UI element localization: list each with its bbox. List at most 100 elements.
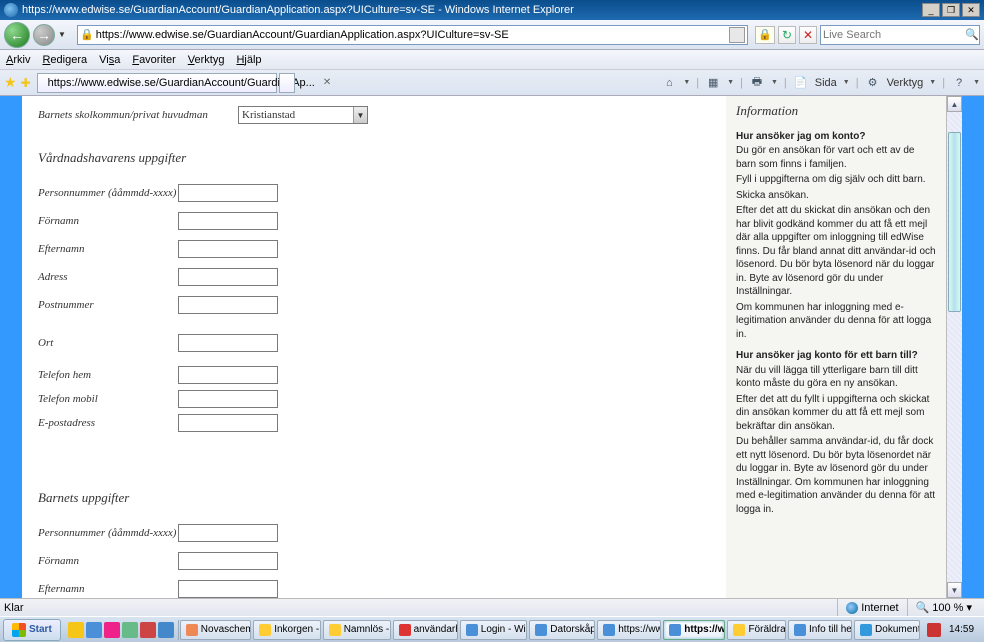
task-label: Novaschem - ... — [201, 624, 251, 635]
efternamn2-label: Efternamn — [38, 583, 178, 595]
info-heading: Information — [736, 102, 936, 120]
task-item[interactable]: användarha... — [393, 620, 458, 640]
address-bar[interactable]: 🔒 — [77, 25, 748, 45]
search-input[interactable] — [823, 29, 965, 41]
info-p1c: Skicka ansökan. — [736, 189, 936, 203]
pnr-input[interactable] — [178, 184, 278, 202]
task-item[interactable]: Login - Wind... — [460, 620, 528, 640]
print-dropdown[interactable]: ▼ — [771, 79, 778, 86]
start-button[interactable]: Start — [3, 619, 61, 641]
home-icon[interactable]: ⌂ — [661, 76, 677, 90]
telmobil-input[interactable] — [178, 390, 278, 408]
ql-app3-icon[interactable] — [140, 622, 156, 638]
info-sidebar: Information Hur ansöker jag om konto? Du… — [726, 96, 946, 598]
page-dropdown[interactable]: ▼ — [843, 79, 850, 86]
task-item[interactable]: Novaschem - ... — [180, 620, 251, 640]
menu-visa[interactable]: Visa — [99, 54, 120, 66]
task-label: https://ww... — [684, 624, 725, 635]
ql-desktop-icon[interactable] — [68, 622, 84, 638]
feeds-icon[interactable]: ▦ — [705, 76, 721, 90]
task-item[interactable]: Info till hem... — [788, 620, 852, 640]
nav-history-dropdown[interactable]: ▼ — [58, 30, 70, 39]
zoom-control[interactable]: 🔍 100 % ▾ — [907, 599, 980, 616]
tab-close-icon[interactable]: ✕ — [323, 77, 331, 88]
info-p1b: Fyll i uppgifterna om dig själv och ditt… — [736, 173, 936, 187]
stop-button[interactable]: ✕ — [799, 26, 817, 44]
form-area: Barnets skolkommun/privat huvudman Krist… — [22, 96, 726, 598]
restore-button[interactable]: ❐ — [942, 3, 960, 17]
feeds-dropdown[interactable]: ▼ — [727, 79, 734, 86]
epost-input[interactable] — [178, 414, 278, 432]
task-label: Namnlös - M... — [344, 624, 391, 635]
section-guardian: Vårdnadshavarens uppgifter — [38, 150, 722, 166]
system-tray: 14:59 — [921, 623, 984, 637]
info-p2b: Efter det att du fyllt i uppgifterna och… — [736, 393, 936, 434]
tools-menu[interactable]: Verktyg — [887, 77, 924, 89]
task-item[interactable]: https://www... — [597, 620, 661, 640]
telhem-input[interactable] — [178, 366, 278, 384]
menu-favoriter[interactable]: Favoriter — [132, 54, 175, 66]
window-title: https://www.edwise.se/GuardianAccount/Gu… — [22, 4, 922, 16]
menu-redigera[interactable]: Redigera — [42, 54, 87, 66]
fornamn2-label: Förnamn — [38, 555, 178, 567]
pnr2-input[interactable] — [178, 524, 278, 542]
page-menu[interactable]: Sida — [815, 77, 837, 89]
efternamn2-input[interactable] — [178, 580, 278, 598]
menu-arkiv[interactable]: AArkivrkiv — [6, 54, 30, 66]
task-label: Info till hem... — [809, 624, 852, 635]
go-button[interactable] — [729, 27, 745, 43]
add-favorite-icon[interactable]: ✚ — [21, 76, 31, 90]
task-item[interactable]: Föräldraråd — [727, 620, 786, 640]
print-icon[interactable]: 🖶 — [749, 76, 765, 90]
ql-app2-icon[interactable] — [122, 622, 138, 638]
browser-tab[interactable]: https://www.edwise.se/GuardianAccount/Gu… — [37, 73, 277, 93]
refresh-button[interactable]: ↻ — [778, 26, 796, 44]
adress-input[interactable] — [178, 268, 278, 286]
ql-app-icon[interactable] — [104, 622, 120, 638]
task-item[interactable]: Datorskåp fr... — [529, 620, 595, 640]
home-dropdown[interactable]: ▼ — [683, 79, 690, 86]
efternamn-input[interactable] — [178, 240, 278, 258]
page-icon[interactable]: 📄 — [793, 76, 809, 90]
task-item[interactable]: Inkorgen - M... — [253, 620, 321, 640]
menu-hjalp[interactable]: Hjälp — [236, 54, 261, 66]
help-icon[interactable]: ? — [951, 76, 967, 90]
ie-icon — [4, 3, 18, 17]
task-item[interactable]: Dokument1 ... — [854, 620, 920, 640]
scroll-down-icon[interactable]: ▼ — [947, 582, 962, 598]
new-tab-button[interactable] — [279, 73, 295, 93]
kommun-select[interactable]: Kristianstad ▼ — [238, 106, 368, 124]
scroll-thumb[interactable] — [948, 132, 961, 312]
tools-icon[interactable]: ⚙ — [865, 76, 881, 90]
tools-dropdown[interactable]: ▼ — [929, 79, 936, 86]
fornamn-input[interactable] — [178, 212, 278, 230]
search-icon[interactable]: 🔍 — [965, 28, 979, 41]
task-item-active[interactable]: https://ww... — [663, 620, 725, 640]
task-item[interactable]: Namnlös - M... — [323, 620, 391, 640]
address-input[interactable] — [96, 29, 727, 41]
forward-button[interactable]: → — [33, 24, 55, 46]
menu-verktyg[interactable]: Verktyg — [188, 54, 225, 66]
vertical-scrollbar[interactable]: ▲ ▼ — [946, 96, 962, 598]
kommun-value: Kristianstad — [242, 109, 295, 121]
page-body: Barnets skolkommun/privat huvudman Krist… — [22, 96, 962, 598]
security-lock-icon[interactable]: 🔒 — [755, 26, 775, 44]
info-p2a: När du vill lägga till ytterligare barn … — [736, 364, 936, 391]
ql-app4-icon[interactable] — [158, 622, 174, 638]
favorites-star-icon[interactable]: ★ — [4, 74, 17, 91]
postnummer-input[interactable] — [178, 296, 278, 314]
lock-icon: 🔒 — [80, 28, 94, 41]
back-button[interactable]: ← — [4, 22, 30, 48]
ort-input[interactable] — [178, 334, 278, 352]
search-box[interactable]: 🔍 — [820, 25, 980, 45]
clock[interactable]: 14:59 — [945, 624, 978, 635]
tray-icon[interactable] — [927, 623, 941, 637]
minimize-button[interactable]: _ — [922, 3, 940, 17]
help-dropdown[interactable]: ▼ — [973, 79, 980, 86]
ql-ie-icon[interactable] — [86, 622, 102, 638]
scroll-track[interactable] — [947, 112, 962, 582]
scroll-up-icon[interactable]: ▲ — [947, 96, 962, 112]
close-button[interactable]: ✕ — [962, 3, 980, 17]
telmobil-label: Telefon mobil — [38, 393, 178, 405]
fornamn2-input[interactable] — [178, 552, 278, 570]
